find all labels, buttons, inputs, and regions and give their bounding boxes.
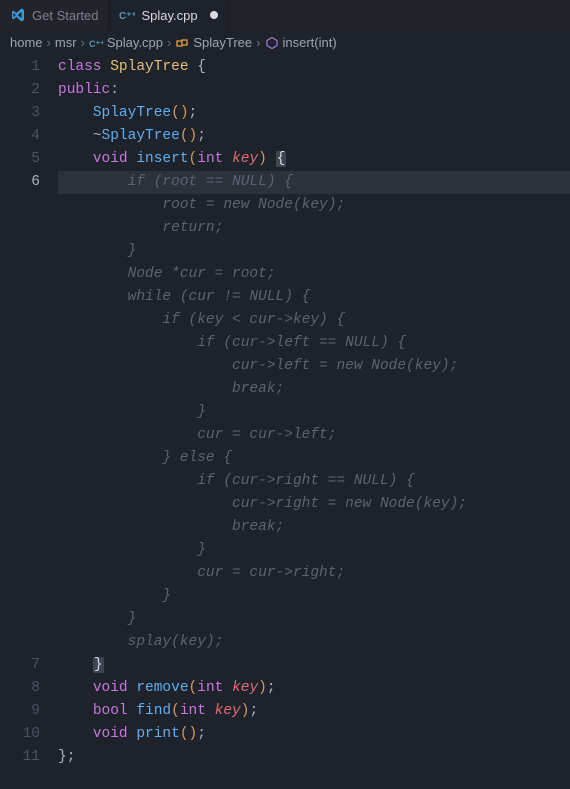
chevron-right-icon: › [81,35,85,50]
breadcrumb-method[interactable]: insert(int) [265,35,337,50]
line-number-gutter: 123456 7891011 [0,56,58,789]
class-symbol-icon [175,36,189,50]
line-number [0,263,40,286]
code-line[interactable]: bool find(int key); [58,700,570,723]
code-line[interactable]: cur->right = new Node(key); [58,493,570,516]
line-number [0,539,40,562]
line-number: 9 [0,700,40,723]
line-number [0,608,40,631]
chevron-right-icon: › [47,35,51,50]
tab-get-started[interactable]: Get Started [0,0,109,30]
chevron-right-icon: › [167,35,171,50]
tab-label: Get Started [32,8,98,23]
code-line[interactable]: while (cur != NULL) { [58,286,570,309]
line-number [0,194,40,217]
line-number [0,424,40,447]
code-line[interactable]: void insert(int key) { [58,148,570,171]
line-number [0,631,40,654]
code-line[interactable]: ~SplayTree(); [58,125,570,148]
line-number: 4 [0,125,40,148]
line-number [0,401,40,424]
code-line[interactable]: } [58,608,570,631]
line-number: 10 [0,723,40,746]
svg-text:C⁺⁺: C⁺⁺ [119,11,135,22]
code-line[interactable]: } [58,654,570,677]
method-symbol-icon [265,36,279,50]
breadcrumb: home › msr › C⁺⁺ Splay.cpp › SplayTree ›… [0,30,570,56]
line-number: 3 [0,102,40,125]
line-number [0,286,40,309]
code-line[interactable]: class SplayTree { [58,56,570,79]
code-line[interactable]: }; [58,746,570,769]
code-line[interactable]: void remove(int key); [58,677,570,700]
code-line[interactable]: break; [58,378,570,401]
breadcrumb-msr[interactable]: msr [55,35,77,50]
line-number [0,516,40,539]
code-line[interactable]: splay(key); [58,631,570,654]
line-number [0,562,40,585]
code-line[interactable]: SplayTree(); [58,102,570,125]
code-editor[interactable]: 123456 7891011 class SplayTree {public: S… [0,56,570,789]
breadcrumb-file[interactable]: C⁺⁺ Splay.cpp [89,35,163,50]
code-line[interactable]: cur = cur->left; [58,424,570,447]
code-area[interactable]: class SplayTree {public: SplayTree(); ~S… [58,56,570,789]
code-line[interactable]: } [58,539,570,562]
vscode-icon [10,7,26,23]
svg-text:C⁺⁺: C⁺⁺ [89,39,103,49]
code-line[interactable]: public: [58,79,570,102]
line-number [0,240,40,263]
code-line[interactable]: return; [58,217,570,240]
code-line[interactable]: cur = cur->right; [58,562,570,585]
line-number: 1 [0,56,40,79]
line-number [0,355,40,378]
code-line[interactable]: root = new Node(key); [58,194,570,217]
tab-label: Splay.cpp [141,8,197,23]
code-line[interactable]: } [58,401,570,424]
tab-bar: Get Started C⁺⁺ Splay.cpp [0,0,570,30]
dirty-indicator-icon [210,11,218,19]
line-number [0,378,40,401]
line-number [0,493,40,516]
line-number [0,217,40,240]
code-line[interactable]: break; [58,516,570,539]
line-number: 8 [0,677,40,700]
code-line[interactable]: if (cur->left == NULL) { [58,332,570,355]
code-line[interactable]: cur->left = new Node(key); [58,355,570,378]
line-number: 6 [0,171,40,194]
line-number: 7 [0,654,40,677]
code-line[interactable]: if (key < cur->key) { [58,309,570,332]
line-number: 2 [0,79,40,102]
line-number [0,585,40,608]
chevron-right-icon: › [256,35,260,50]
cpp-file-icon: C⁺⁺ [119,7,135,23]
code-line[interactable]: } [58,240,570,263]
breadcrumb-class[interactable]: SplayTree [175,35,252,50]
code-line[interactable]: } [58,585,570,608]
code-line[interactable]: if (cur->right == NULL) { [58,470,570,493]
line-number: 11 [0,746,40,769]
code-line[interactable]: Node *cur = root; [58,263,570,286]
line-number [0,447,40,470]
line-number [0,470,40,493]
code-line[interactable]: } else { [58,447,570,470]
breadcrumb-home[interactable]: home [10,35,43,50]
line-number [0,332,40,355]
line-number: 5 [0,148,40,171]
tab-splay-cpp[interactable]: C⁺⁺ Splay.cpp [109,0,228,30]
cpp-file-icon: C⁺⁺ [89,36,103,50]
code-line[interactable]: void print(); [58,723,570,746]
code-line[interactable]: if (root == NULL) { [58,171,570,194]
line-number [0,309,40,332]
